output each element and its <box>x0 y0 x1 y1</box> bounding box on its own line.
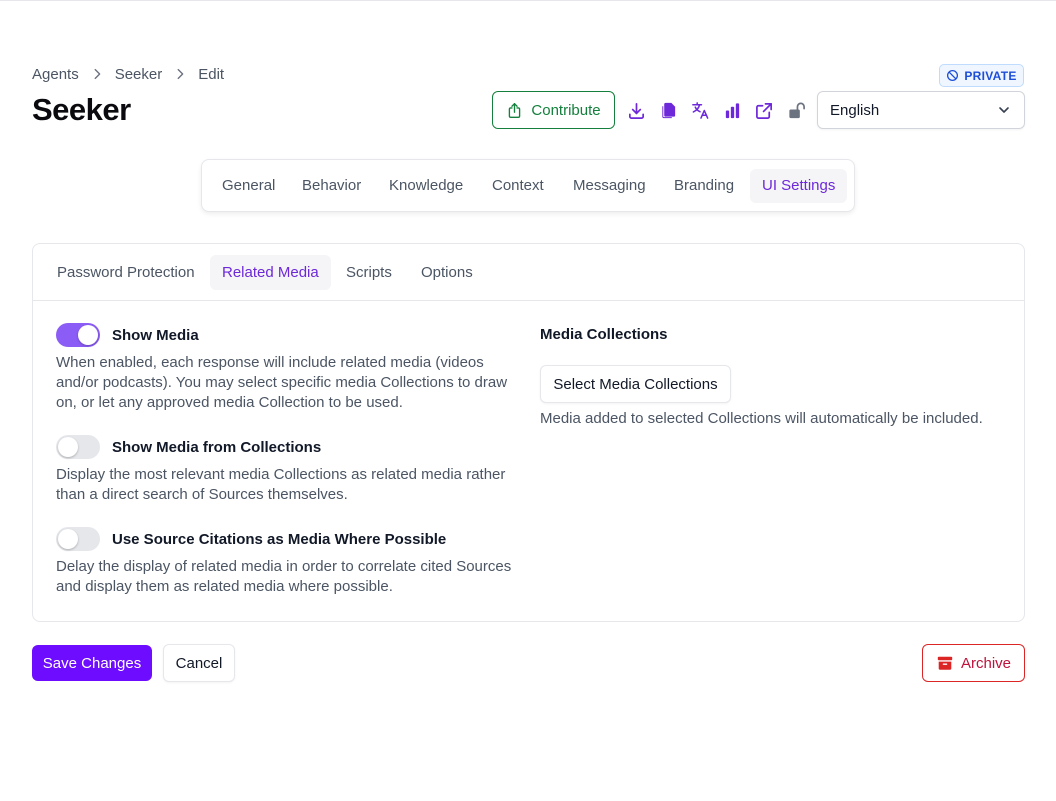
top-border <box>0 0 1056 1</box>
media-collections-help: Media added to selected Collections will… <box>540 410 983 427</box>
copy-icon[interactable] <box>658 100 678 120</box>
share-upload-icon <box>506 102 523 119</box>
toggle-knob <box>58 437 78 457</box>
toggle-knob <box>58 529 78 549</box>
breadcrumb-agents[interactable]: Agents <box>32 66 79 83</box>
tab-messaging[interactable]: Messaging <box>561 169 658 203</box>
select-media-collections-button[interactable]: Select Media Collections <box>540 365 731 403</box>
tab-behavior[interactable]: Behavior <box>290 169 373 203</box>
breadcrumb: Agents Seeker Edit <box>32 64 224 84</box>
archive-label: Archive <box>960 654 1012 672</box>
save-changes-button[interactable]: Save Changes <box>32 645 152 681</box>
tab-general[interactable]: General <box>210 169 287 203</box>
settings-card: Password Protection Related Media Script… <box>32 243 1025 622</box>
ban-icon <box>946 69 959 82</box>
archive-button[interactable]: Archive <box>922 644 1025 682</box>
tab-branding[interactable]: Branding <box>662 169 746 203</box>
breadcrumb-seeker[interactable]: Seeker <box>115 66 163 83</box>
breadcrumb-edit: Edit <box>198 65 225 83</box>
show-media-toggle[interactable] <box>56 323 100 347</box>
download-icon[interactable] <box>626 100 646 120</box>
subtab-password-protection[interactable]: Password Protection <box>45 255 207 290</box>
private-badge: PRIVATE <box>939 64 1024 87</box>
chevron-down-icon <box>996 102 1012 118</box>
tab-context[interactable]: Context <box>480 169 556 203</box>
external-link-icon[interactable] <box>754 100 774 120</box>
use-source-citations-label: Use Source Citations as Media Where Poss… <box>112 531 447 548</box>
show-media-label: Show Media <box>112 327 199 344</box>
archive-box-icon <box>936 654 954 672</box>
media-collections-label: Media Collections <box>540 326 668 343</box>
show-media-from-collections-label: Show Media from Collections <box>112 439 322 456</box>
use-source-citations-description: Delay the display of related media in or… <box>56 558 512 595</box>
main-tabs: General Behavior Knowledge Context Messa… <box>201 159 855 212</box>
subtab-scripts[interactable]: Scripts <box>334 255 404 290</box>
subtab-related-media[interactable]: Related Media <box>210 255 331 290</box>
chevron-right-icon <box>79 67 115 81</box>
contribute-label: Contribute <box>531 101 601 119</box>
translate-icon[interactable] <box>690 100 710 120</box>
subtab-options[interactable]: Options <box>409 255 485 290</box>
chevron-right-icon <box>162 67 198 81</box>
unlock-icon[interactable] <box>786 100 806 120</box>
show-media-from-collections-toggle[interactable] <box>56 435 100 459</box>
toggle-knob <box>78 325 98 345</box>
cancel-button[interactable]: Cancel <box>163 644 235 682</box>
analytics-icon[interactable] <box>722 100 742 120</box>
use-source-citations-toggle[interactable] <box>56 527 100 551</box>
contribute-button[interactable]: Contribute <box>492 91 615 129</box>
language-select[interactable]: English <box>817 91 1025 129</box>
private-badge-label: PRIVATE <box>964 68 1017 83</box>
show-media-from-collections-description: Display the most relevant media Collecti… <box>56 466 506 503</box>
subtabs: Password Protection Related Media Script… <box>33 244 1024 301</box>
tab-knowledge[interactable]: Knowledge <box>377 169 475 203</box>
page-title: Seeker <box>32 92 131 127</box>
show-media-description: When enabled, each response will include… <box>56 354 508 411</box>
tab-ui-settings[interactable]: UI Settings <box>750 169 848 203</box>
language-select-value: English <box>830 101 880 119</box>
